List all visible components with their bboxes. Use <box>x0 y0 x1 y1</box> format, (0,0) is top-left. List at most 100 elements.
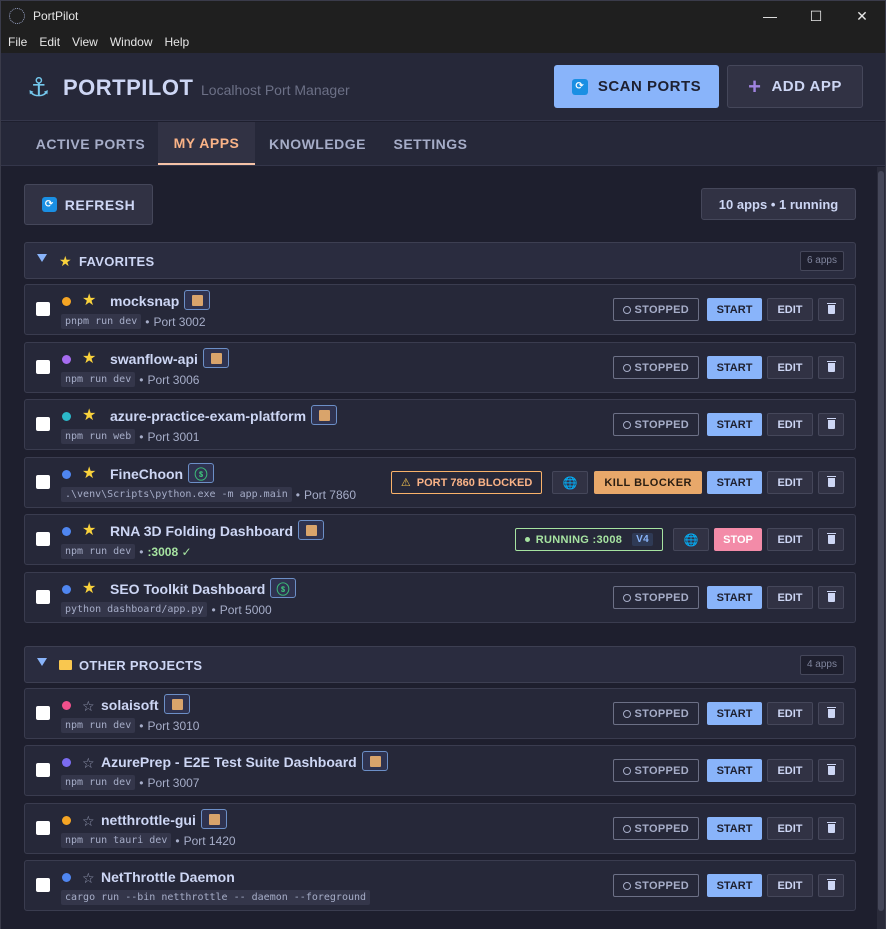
edit-button[interactable]: EDIT <box>767 413 813 436</box>
kill-blocker-button[interactable]: KILL BLOCKER <box>594 471 702 494</box>
status-badge: STOPPED <box>612 298 699 321</box>
star-filled-icon[interactable]: ★ <box>82 406 96 426</box>
delete-button[interactable] <box>818 702 844 725</box>
start-button[interactable]: START <box>707 759 762 782</box>
python-icon: ⓢ <box>188 463 214 483</box>
start-button[interactable]: START <box>707 702 762 725</box>
edit-button[interactable]: EDIT <box>767 702 813 725</box>
tab-settings[interactable]: SETTINGS <box>380 122 481 165</box>
circle-icon <box>622 881 631 890</box>
scan-ports-button[interactable]: ⟳ SCAN PORTS <box>554 65 719 108</box>
delete-button[interactable] <box>818 528 844 551</box>
start-button[interactable]: START <box>707 356 762 379</box>
command-line: npm run dev • Port 3010 <box>61 718 199 733</box>
brand-tagline: Localhost Port Manager <box>201 82 350 98</box>
start-button[interactable]: START <box>707 586 762 609</box>
edit-button[interactable]: EDIT <box>767 298 813 321</box>
globe-icon[interactable]: 🌐 <box>552 471 589 494</box>
app-name: solaisoft <box>101 697 159 713</box>
star-filled-icon[interactable]: ★ <box>82 291 96 311</box>
edit-button[interactable]: EDIT <box>767 586 813 609</box>
status-badge: STOPPED <box>612 874 699 897</box>
separator: • <box>139 429 144 444</box>
delete-button[interactable] <box>818 586 844 609</box>
tab-active-ports[interactable]: ACTIVE PORTS <box>24 122 157 165</box>
trash-icon <box>826 879 836 890</box>
package-icon <box>311 405 337 425</box>
refresh-button[interactable]: ⟳ REFRESH <box>24 184 153 225</box>
tab-knowledge[interactable]: KNOWLEDGE <box>256 122 379 165</box>
delete-button[interactable] <box>818 471 844 494</box>
add-app-label: ADD APP <box>771 78 842 95</box>
star-outline-icon[interactable]: ☆ <box>82 753 95 773</box>
star-filled-icon[interactable]: ★ <box>82 521 96 541</box>
edit-button[interactable]: EDIT <box>767 528 813 551</box>
circle-icon <box>622 593 631 602</box>
globe-icon[interactable]: 🌐 <box>673 528 709 551</box>
star-filled-icon[interactable]: ★ <box>82 349 96 369</box>
select-checkbox[interactable] <box>36 706 50 720</box>
select-checkbox[interactable] <box>36 417 50 431</box>
app-row: ★ SEO Toolkit Dashboard ⓢ python dashboard/… <box>24 572 856 623</box>
delete-button[interactable] <box>818 874 844 897</box>
select-checkbox[interactable] <box>36 360 50 374</box>
menu-view[interactable]: View <box>66 35 104 49</box>
star-filled-icon[interactable]: ★ <box>82 464 96 484</box>
row-actions: ⚠ PORT 7860 BLOCKED 🌐 KILL BLOCKER START EDIT <box>390 458 844 507</box>
ip-version-badge: V4 <box>632 533 653 546</box>
menu-help[interactable]: Help <box>159 35 196 49</box>
stop-button[interactable]: STOP <box>714 528 762 551</box>
app-row: ★ mocksnap pnpm run dev • Port 3002 STOPPED ST… <box>24 284 856 335</box>
close-button[interactable]: ✕ <box>839 1 885 31</box>
delete-button[interactable] <box>818 817 844 840</box>
edit-button[interactable]: EDIT <box>767 759 813 782</box>
content-scrollbar[interactable] <box>877 167 885 929</box>
start-button[interactable]: START <box>707 298 762 321</box>
section-header[interactable]: OTHER PROJECTS 4 apps <box>24 646 856 683</box>
delete-button[interactable] <box>818 759 844 782</box>
edit-button[interactable]: EDIT <box>767 471 813 494</box>
warning-icon: ⚠ <box>400 477 411 489</box>
start-button[interactable]: START <box>707 471 762 494</box>
minimize-button[interactable]: — <box>747 1 793 31</box>
delete-button[interactable] <box>818 413 844 436</box>
star-outline-icon[interactable]: ☆ <box>82 696 95 716</box>
edit-button[interactable]: EDIT <box>767 874 813 897</box>
select-checkbox[interactable] <box>36 590 50 604</box>
status-color-dot <box>62 412 71 421</box>
menu-window[interactable]: Window <box>104 35 159 49</box>
chevron-down-icon[interactable] <box>37 254 47 262</box>
maximize-button[interactable]: ☐ <box>793 1 839 31</box>
star-outline-icon[interactable]: ☆ <box>82 868 95 888</box>
select-checkbox[interactable] <box>36 878 50 892</box>
select-checkbox[interactable] <box>36 821 50 835</box>
apps-summary-badge: 10 apps • 1 running <box>701 188 856 220</box>
app-row: ☆ solaisoft npm run dev • Port 3010 STOPPED ST… <box>24 688 856 739</box>
edit-button[interactable]: EDIT <box>767 356 813 379</box>
select-checkbox[interactable] <box>36 763 50 777</box>
menu-edit[interactable]: Edit <box>33 35 66 49</box>
brand-title: PORTPILOT <box>63 75 194 100</box>
scrollbar-thumb[interactable] <box>878 171 884 911</box>
select-checkbox[interactable] <box>36 302 50 316</box>
edit-button[interactable]: EDIT <box>767 817 813 840</box>
app-row: ★ azure-practice-exam-platform npm run web… <box>24 399 856 450</box>
menu-file[interactable]: File <box>1 35 33 49</box>
select-checkbox[interactable] <box>36 532 50 546</box>
delete-button[interactable] <box>818 356 844 379</box>
tab-my-apps[interactable]: MY APPS <box>158 122 255 165</box>
select-checkbox[interactable] <box>36 475 50 489</box>
section-header[interactable]: ★ FAVORITES 6 apps <box>24 242 856 279</box>
app-name: AzurePrep - E2E Test Suite Dashboard <box>101 754 357 770</box>
row-actions: STOPPED START EDIT <box>612 343 844 392</box>
start-button[interactable]: START <box>707 817 762 840</box>
star-filled-icon[interactable]: ★ <box>82 579 96 599</box>
add-app-button[interactable]: + ADD APP <box>727 65 863 108</box>
delete-button[interactable] <box>818 298 844 321</box>
start-button[interactable]: START <box>707 874 762 897</box>
start-button[interactable]: START <box>707 413 762 436</box>
port-label: Port 3001 <box>147 429 200 444</box>
star-outline-icon[interactable]: ☆ <box>82 811 95 831</box>
app-name: RNA 3D Folding Dashboard <box>110 523 294 539</box>
chevron-down-icon[interactable] <box>37 658 47 666</box>
